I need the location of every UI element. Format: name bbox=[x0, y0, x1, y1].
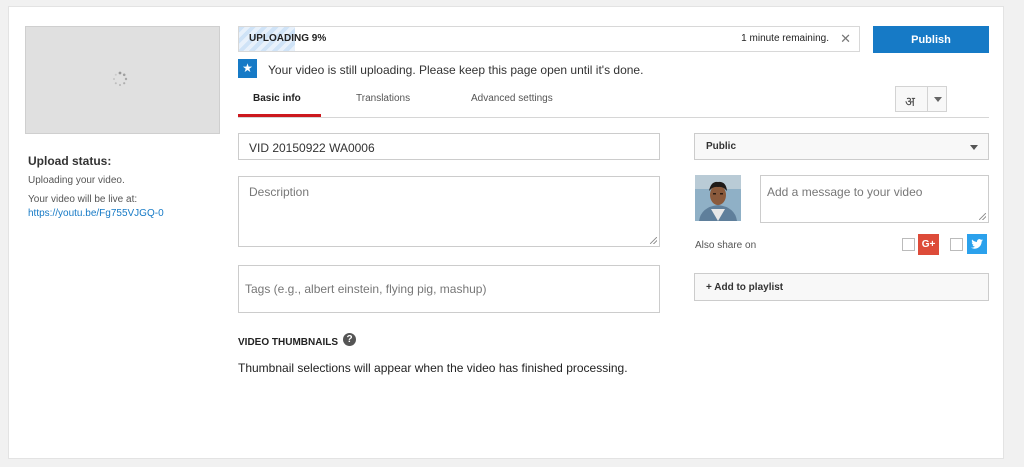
google-plus-icon[interactable]: G+ bbox=[918, 234, 939, 255]
share-message-textarea[interactable]: Add a message to your video bbox=[760, 175, 989, 223]
live-url-label: Your video will be live at: bbox=[28, 194, 138, 205]
chevron-down-icon bbox=[934, 97, 942, 102]
language-button[interactable]: अ bbox=[895, 86, 947, 112]
chevron-down-icon bbox=[970, 145, 978, 150]
avatar-image bbox=[695, 175, 741, 221]
upload-time-remaining: 1 minute remaining. bbox=[741, 33, 829, 44]
video-thumbnails-title: VIDEO THUMBNAILS bbox=[238, 337, 338, 348]
upload-notice-text: Your video is still uploading. Please ke… bbox=[268, 63, 644, 77]
add-to-playlist-button[interactable]: + Add to playlist bbox=[694, 273, 989, 301]
star-icon: ★ bbox=[238, 59, 257, 78]
tags-placeholder: Tags (e.g., albert einstein, flying pig,… bbox=[245, 282, 487, 296]
help-icon[interactable]: ? bbox=[343, 333, 356, 346]
language-button-divider bbox=[927, 87, 928, 111]
publish-button[interactable]: Publish bbox=[873, 26, 989, 53]
upload-status-title: Upload status: bbox=[28, 154, 112, 168]
add-to-playlist-label: + Add to playlist bbox=[706, 282, 784, 293]
live-url-link[interactable]: https://youtu.be/Fg755VJGQ-0 bbox=[28, 208, 164, 219]
tabs-divider bbox=[238, 117, 989, 118]
resize-handle-icon[interactable] bbox=[650, 237, 657, 244]
description-placeholder: Description bbox=[249, 185, 310, 199]
share-label: Also share on bbox=[695, 240, 757, 251]
upload-progress-label: UPLOADING 9% bbox=[249, 33, 327, 44]
upload-page-card: Upload status: Uploading your video. You… bbox=[8, 6, 1004, 459]
loading-spinner-icon bbox=[113, 71, 128, 86]
upload-status-text: Uploading your video. bbox=[28, 175, 125, 186]
resize-handle-icon[interactable] bbox=[979, 213, 986, 220]
language-icon: अ bbox=[905, 94, 915, 109]
avatar bbox=[695, 175, 741, 221]
description-textarea[interactable]: Description bbox=[238, 176, 660, 247]
twitter-checkbox[interactable] bbox=[950, 238, 963, 251]
active-tab-indicator bbox=[238, 114, 321, 117]
video-preview bbox=[25, 26, 220, 134]
video-thumbnails-text: Thumbnail selections will appear when th… bbox=[238, 361, 628, 375]
privacy-value: Public bbox=[706, 141, 737, 152]
tags-input[interactable]: Tags (e.g., albert einstein, flying pig,… bbox=[238, 265, 660, 313]
upload-progress-bar: UPLOADING 9% 1 minute remaining. ✕ bbox=[238, 26, 860, 52]
twitter-icon[interactable] bbox=[967, 234, 987, 254]
tab-advanced-settings[interactable]: Advanced settings bbox=[471, 93, 553, 104]
tab-basic-info[interactable]: Basic info bbox=[253, 93, 301, 104]
gplus-checkbox[interactable] bbox=[902, 238, 915, 251]
close-icon[interactable]: ✕ bbox=[840, 31, 851, 47]
privacy-select[interactable]: Public bbox=[694, 133, 989, 160]
share-message-placeholder: Add a message to your video bbox=[767, 185, 923, 199]
tab-translations[interactable]: Translations bbox=[356, 93, 410, 104]
title-input[interactable]: VID 20150922 WA0006 bbox=[238, 133, 660, 160]
